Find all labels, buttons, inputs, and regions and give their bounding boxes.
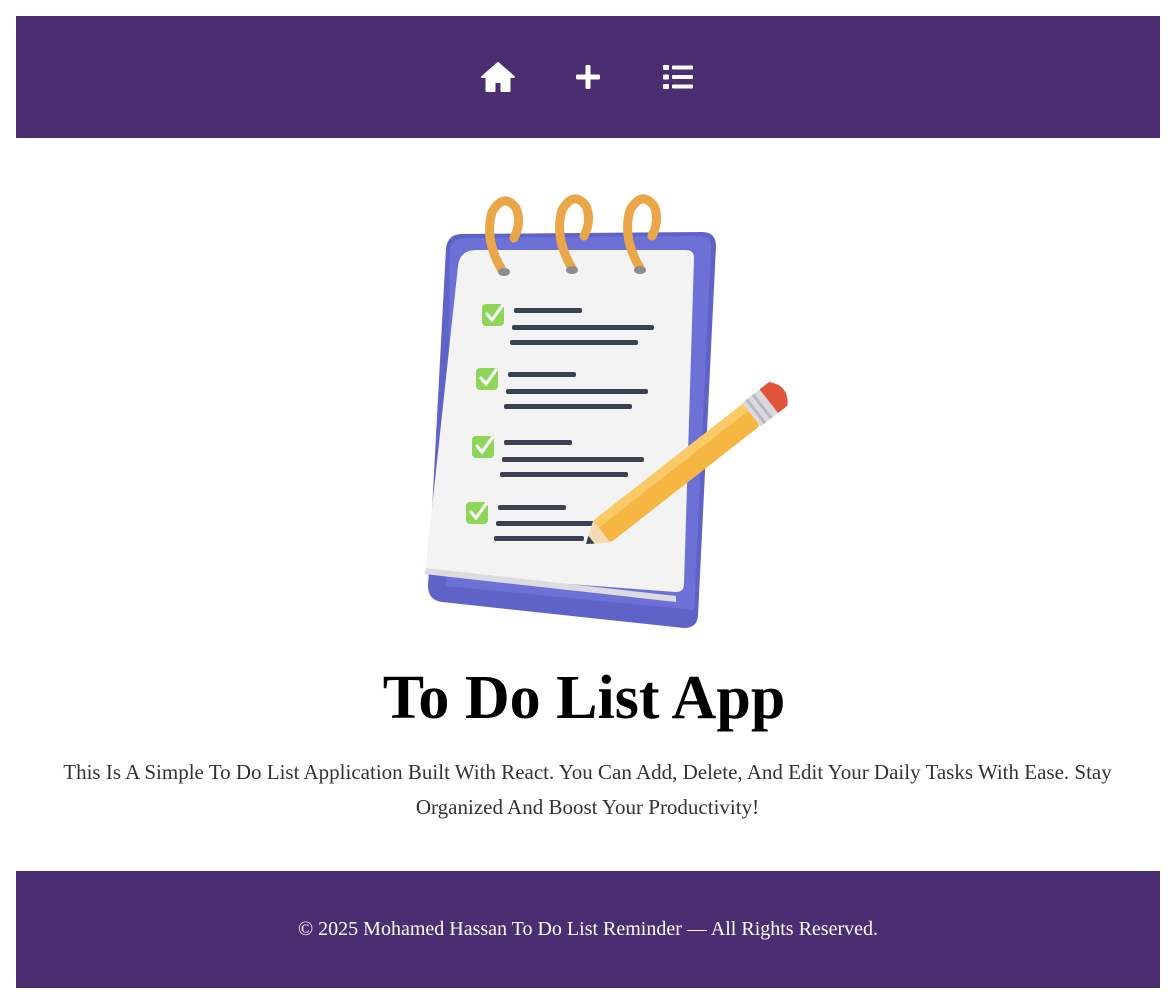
navbar: [16, 16, 1160, 138]
footer: © 2025 Mohamed Hassan To Do List Reminde…: [16, 871, 1160, 988]
list-icon: [663, 65, 693, 89]
task-list-nav-button[interactable]: [656, 55, 700, 99]
footer-copyright: © 2025 Mohamed Hassan To Do List Reminde…: [297, 918, 879, 940]
plus-icon: [576, 65, 600, 89]
app-description: This Is A Simple To Do List Application …: [63, 760, 1112, 819]
page-title: To Do List App: [382, 664, 786, 732]
home-nav-button[interactable]: [476, 55, 520, 99]
add-task-nav-button[interactable]: [566, 55, 610, 99]
home-icon: [481, 62, 515, 92]
clipboard-illustration: [364, 182, 804, 640]
